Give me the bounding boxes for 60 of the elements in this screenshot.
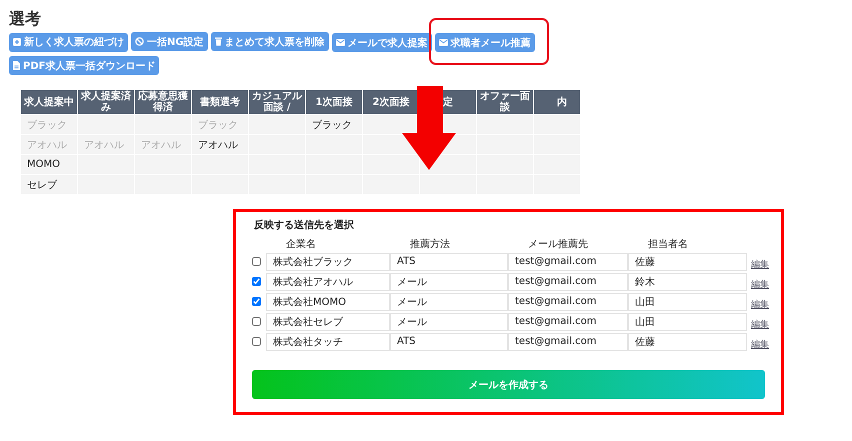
candidate-name: アオハル <box>198 140 238 150</box>
row-checkbox[interactable] <box>252 337 261 346</box>
candidate-name: ブラック <box>198 120 238 130</box>
envelope-icon <box>438 39 448 46</box>
envelope-icon <box>336 39 345 46</box>
candidate-name: アオハル <box>84 140 124 150</box>
edit-link[interactable]: 編集 <box>751 320 769 330</box>
company-field[interactable]: 株式会社セレブ <box>266 312 390 330</box>
candidate-name: アオハル <box>141 140 181 150</box>
column-header: 2次面接 <box>363 90 419 114</box>
company-field[interactable]: 株式会社MOMO <box>266 292 390 310</box>
method-field[interactable]: メール <box>390 272 508 290</box>
method-field[interactable]: メール <box>390 292 508 310</box>
row-checkbox[interactable] <box>252 277 261 286</box>
method-field[interactable]: メール <box>390 312 508 330</box>
column-header: 求人提案済み <box>78 90 134 114</box>
column-header: 企業名 <box>285 238 317 251</box>
column-header: 求人提案中 <box>21 90 77 114</box>
company-field[interactable]: 株式会社ブラック <box>266 252 390 270</box>
edit-link[interactable]: 編集 <box>751 260 769 270</box>
contact-field[interactable]: 佐藤 <box>628 252 747 270</box>
plus-square-icon <box>13 38 21 46</box>
company-field[interactable]: 株式会社アオハル <box>266 272 390 290</box>
email-field[interactable]: test@gmail.com <box>508 292 628 310</box>
edit-link[interactable]: 編集 <box>751 300 769 310</box>
email-field[interactable]: test@gmail.com <box>508 332 628 350</box>
email-field[interactable]: test@gmail.com <box>508 312 628 330</box>
column-header: 担当者名 <box>647 238 689 251</box>
column-header: 内 <box>534 90 580 114</box>
column-header: 1次面接 <box>306 90 362 114</box>
row-checkbox[interactable] <box>252 317 261 326</box>
candidate-name: アオハル <box>27 140 67 150</box>
column-header: オファー面談 <box>477 90 533 114</box>
method-field[interactable]: ATS <box>390 332 508 350</box>
email-field[interactable]: test@gmail.com <box>508 252 628 270</box>
contact-field[interactable]: 鈴木 <box>628 272 747 290</box>
candidate-name: ブラック <box>27 120 67 130</box>
edit-link[interactable]: 編集 <box>751 340 769 350</box>
contact-field[interactable]: 佐藤 <box>628 332 747 350</box>
prohibited-icon <box>135 37 144 46</box>
candidate-name: セレブ <box>27 180 57 190</box>
row-checkbox[interactable] <box>252 257 261 266</box>
trash-icon <box>214 37 222 46</box>
row-checkbox[interactable] <box>252 297 261 306</box>
company-field[interactable]: 株式会社タッチ <box>266 332 390 350</box>
method-field[interactable]: ATS <box>390 252 508 270</box>
column-header: 推薦方法 <box>409 238 451 251</box>
email-field[interactable]: test@gmail.com <box>508 272 628 290</box>
column-header: カジュアル面談 / <box>249 90 305 114</box>
column-header: メール推薦先 <box>527 238 589 251</box>
column-header: 応募意思獲得済 <box>135 90 191 114</box>
contact-field[interactable]: 山田 <box>628 292 747 310</box>
candidate-name: MOMO <box>27 159 60 170</box>
document-icon <box>13 61 20 70</box>
column-header: 書類選考 <box>192 90 248 114</box>
page-title: 選考 <box>8 8 42 30</box>
candidate-name: ブラック <box>312 120 352 130</box>
contact-field[interactable]: 山田 <box>628 312 747 330</box>
panel-title: 反映する送信先を選択 <box>254 218 355 232</box>
edit-link[interactable]: 編集 <box>751 280 769 290</box>
